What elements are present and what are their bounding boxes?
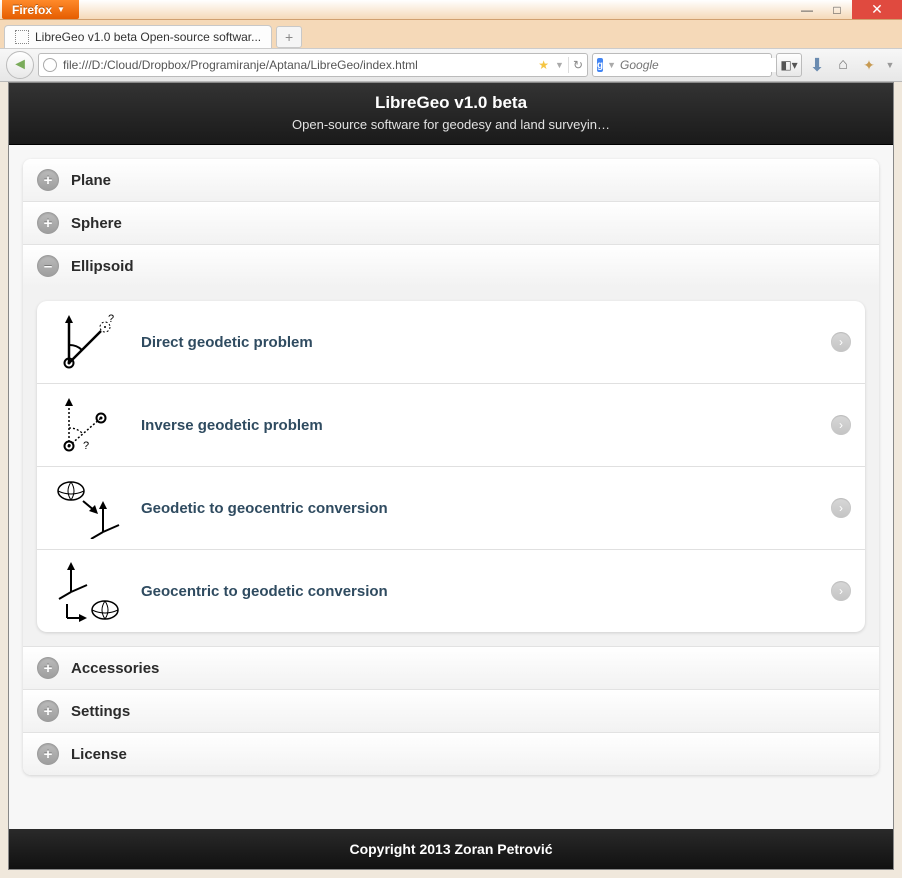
app-subtitle: Open-source software for geodesy and lan… xyxy=(9,117,893,132)
new-tab-button[interactable]: + xyxy=(276,26,302,48)
section-label: Ellipsoid xyxy=(71,258,134,275)
section-accessories: + Accessories xyxy=(23,646,879,689)
chevron-down-icon[interactable]: ▼ xyxy=(555,60,564,70)
home-icon[interactable]: ⌂ xyxy=(832,54,854,76)
url-bar[interactable]: file:///D:/Cloud/Dropbox/Programiranje/A… xyxy=(38,53,588,77)
addon-icon[interactable]: ✦ xyxy=(858,54,880,76)
section-ellipsoid: – Ellipsoid xyxy=(23,244,879,646)
chevron-right-icon: › xyxy=(831,332,851,352)
close-button[interactable]: ✕ xyxy=(852,0,902,19)
separator xyxy=(568,57,569,73)
section-sphere: + Sphere xyxy=(23,201,879,244)
globe-icon xyxy=(43,58,57,72)
section-ellipsoid-body: ? Direct geodetic problem › xyxy=(23,287,879,646)
accordion: + Plane + Sphere – Ellipsoid xyxy=(23,159,879,775)
item-geocentric-to-geodetic[interactable]: Geocentric to geodetic conversion › xyxy=(37,549,865,632)
section-plane: + Plane xyxy=(23,159,879,201)
chevron-down-icon: ▼ xyxy=(57,5,65,14)
section-license: + License xyxy=(23,732,879,775)
section-ellipsoid-header[interactable]: – Ellipsoid xyxy=(23,245,879,287)
google-icon: g xyxy=(597,58,603,72)
page-viewport: LibreGeo v1.0 beta Open-source software … xyxy=(8,82,894,870)
back-button[interactable]: ◄ xyxy=(6,51,34,79)
item-label: Direct geodetic problem xyxy=(141,334,815,351)
direct-geodetic-icon: ? xyxy=(51,309,125,375)
app-content: + Plane + Sphere – Ellipsoid xyxy=(9,145,893,783)
svg-text:?: ? xyxy=(108,313,114,325)
item-inverse-geodetic[interactable]: ? Inverse geodetic problem › xyxy=(37,383,865,466)
window-titlebar: Firefox ▼ — □ ✕ xyxy=(0,0,902,20)
plus-icon: + xyxy=(37,700,59,722)
inverse-geodetic-icon: ? xyxy=(51,392,125,458)
item-label: Geodetic to geocentric conversion xyxy=(141,500,815,517)
plus-icon: + xyxy=(37,657,59,679)
chevron-right-icon: › xyxy=(831,498,851,518)
nav-toolbar: ◄ file:///D:/Cloud/Dropbox/Programiranje… xyxy=(0,48,902,82)
chevron-right-icon: › xyxy=(831,581,851,601)
reload-icon[interactable]: ↻ xyxy=(573,58,583,72)
section-settings: + Settings xyxy=(23,689,879,732)
chevron-right-icon: › xyxy=(831,415,851,435)
section-label: Sphere xyxy=(71,215,122,232)
section-label: License xyxy=(71,746,127,763)
svg-text:?: ? xyxy=(83,440,89,452)
url-text: file:///D:/Cloud/Dropbox/Programiranje/A… xyxy=(63,58,418,72)
plus-icon: + xyxy=(37,212,59,234)
section-settings-header[interactable]: + Settings xyxy=(23,690,879,732)
section-plane-header[interactable]: + Plane xyxy=(23,159,879,201)
window-controls: — □ ✕ xyxy=(792,0,902,19)
search-input[interactable] xyxy=(620,58,777,72)
section-license-header[interactable]: + License xyxy=(23,733,879,775)
firefox-label: Firefox xyxy=(12,3,52,17)
bookmarks-button[interactable]: ◧▾ xyxy=(776,53,802,77)
app-header: LibreGeo v1.0 beta Open-source software … xyxy=(9,83,893,145)
section-label: Settings xyxy=(71,703,130,720)
tab-strip: LibreGeo v1.0 beta Open-source softwar..… xyxy=(0,20,902,48)
geocentric-to-geodetic-icon xyxy=(51,558,125,624)
geodetic-to-geocentric-icon xyxy=(51,475,125,541)
item-label: Inverse geodetic problem xyxy=(141,417,815,434)
plus-icon: + xyxy=(37,169,59,191)
chevron-down-icon[interactable]: ▼ xyxy=(884,54,896,76)
ellipsoid-list: ? Direct geodetic problem › xyxy=(37,301,865,632)
app-title: LibreGeo v1.0 beta xyxy=(9,93,893,113)
footer-text: Copyright 2013 Zoran Petrović xyxy=(349,841,552,857)
bookmark-star-icon[interactable]: ★ xyxy=(538,58,549,72)
section-accessories-header[interactable]: + Accessories xyxy=(23,647,879,689)
firefox-menu-button[interactable]: Firefox ▼ xyxy=(2,0,79,19)
section-sphere-header[interactable]: + Sphere xyxy=(23,202,879,244)
item-geodetic-to-geocentric[interactable]: Geodetic to geocentric conversion › xyxy=(37,466,865,549)
app-footer: Copyright 2013 Zoran Petrović xyxy=(9,829,893,869)
page-icon xyxy=(15,30,29,44)
item-label: Geocentric to geodetic conversion xyxy=(141,583,815,600)
section-label: Accessories xyxy=(71,660,159,677)
minimize-button[interactable]: — xyxy=(792,0,822,19)
browser-tab[interactable]: LibreGeo v1.0 beta Open-source softwar..… xyxy=(4,25,272,48)
minus-icon: – xyxy=(37,255,59,277)
item-direct-geodetic[interactable]: ? Direct geodetic problem › xyxy=(37,301,865,383)
search-bar[interactable]: g ▼ 🔍 xyxy=(592,53,772,77)
chevron-down-icon[interactable]: ▼ xyxy=(607,60,616,70)
tab-title: LibreGeo v1.0 beta Open-source softwar..… xyxy=(35,30,261,44)
maximize-button[interactable]: □ xyxy=(822,0,852,19)
plus-icon: + xyxy=(37,743,59,765)
section-label: Plane xyxy=(71,172,111,189)
downloads-icon[interactable]: ⬇ xyxy=(806,54,828,76)
